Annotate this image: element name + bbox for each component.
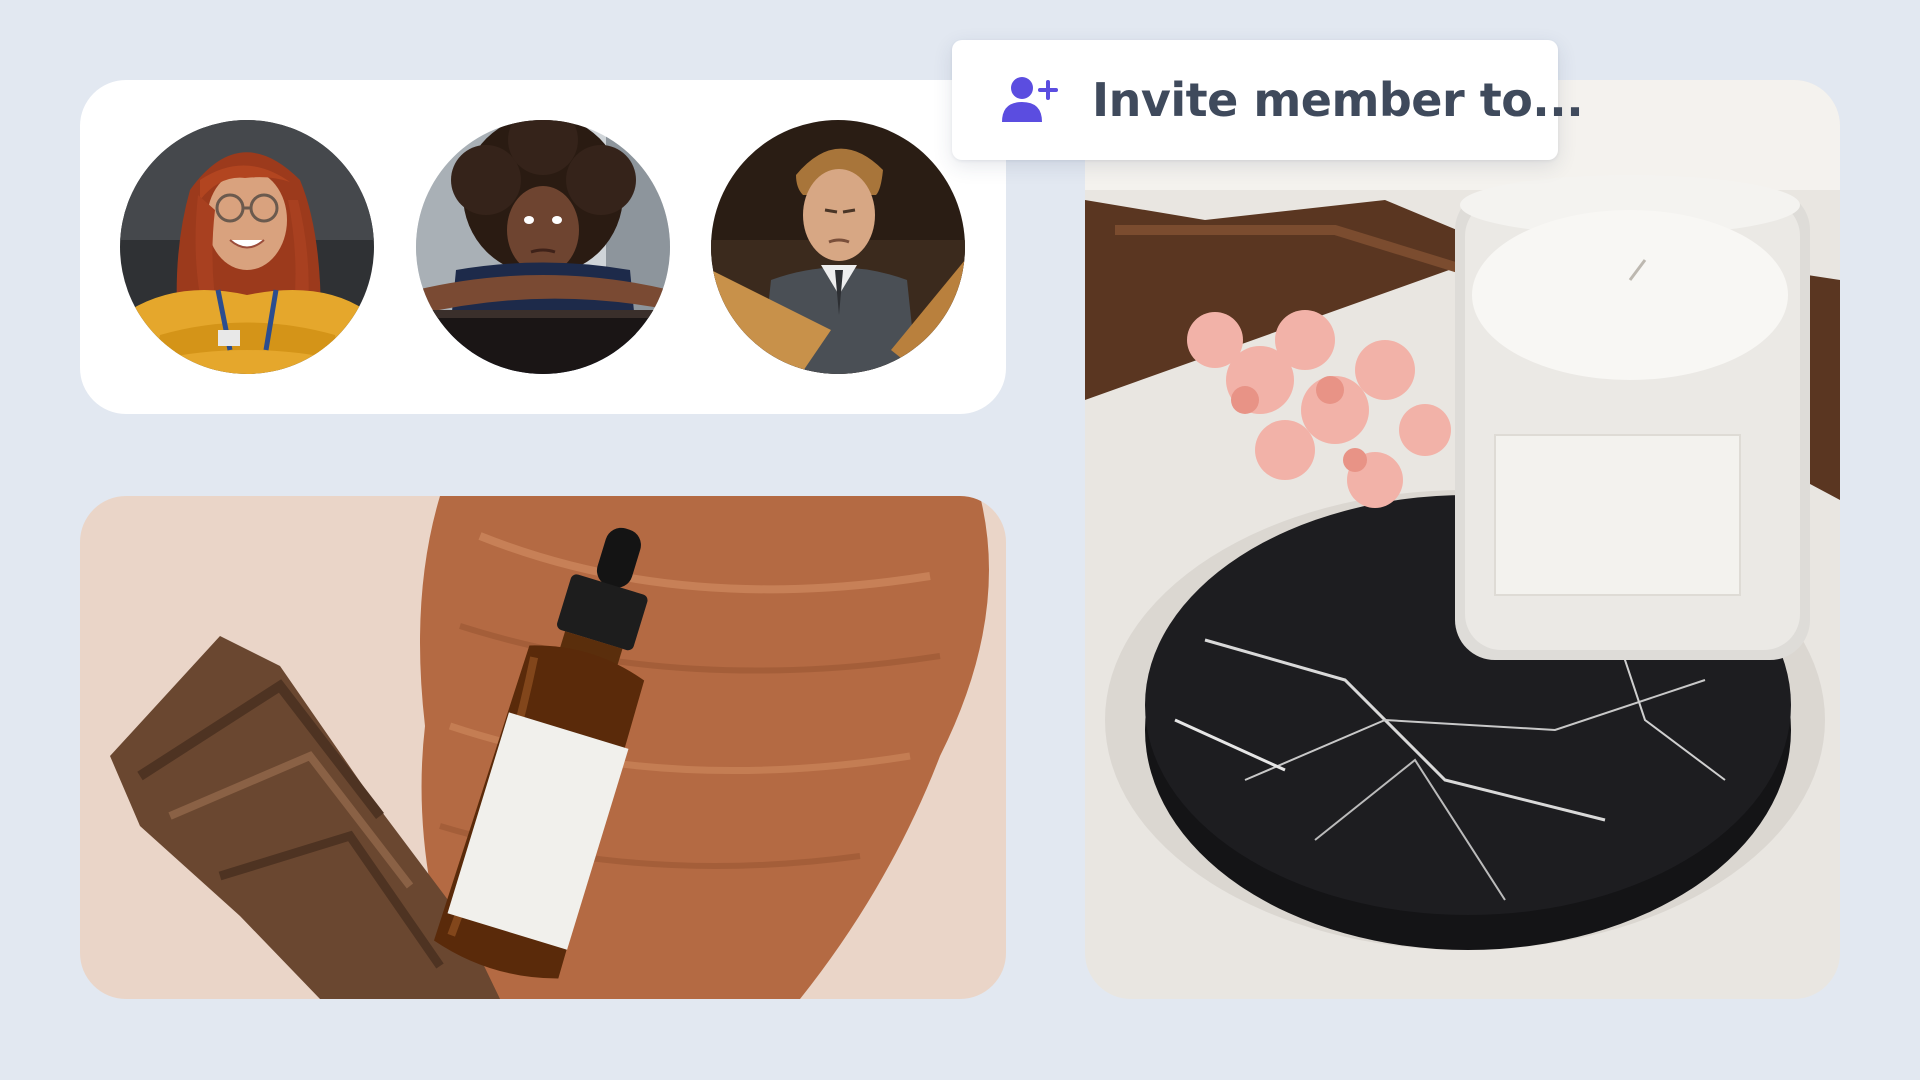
- product-photo-dropper-bottle[interactable]: [80, 496, 1006, 999]
- member-avatar[interactable]: [416, 120, 670, 374]
- invite-member-label: Invite member to...: [1092, 73, 1584, 127]
- user-plus-icon: [1002, 76, 1062, 124]
- product-photo-candle[interactable]: [1085, 80, 1840, 999]
- member-avatar[interactable]: [711, 120, 965, 374]
- member-avatar-photo: [416, 120, 670, 374]
- candle-image: [1085, 80, 1840, 999]
- members-card: [80, 80, 1006, 414]
- member-avatar-photo: [120, 120, 374, 374]
- member-avatar-photo: [711, 120, 965, 374]
- dropper-bottle-image: [80, 496, 1006, 999]
- canvas: Invite member to...: [0, 0, 1920, 1080]
- invite-member-button[interactable]: Invite member to...: [952, 40, 1584, 160]
- member-avatar[interactable]: [120, 120, 374, 374]
